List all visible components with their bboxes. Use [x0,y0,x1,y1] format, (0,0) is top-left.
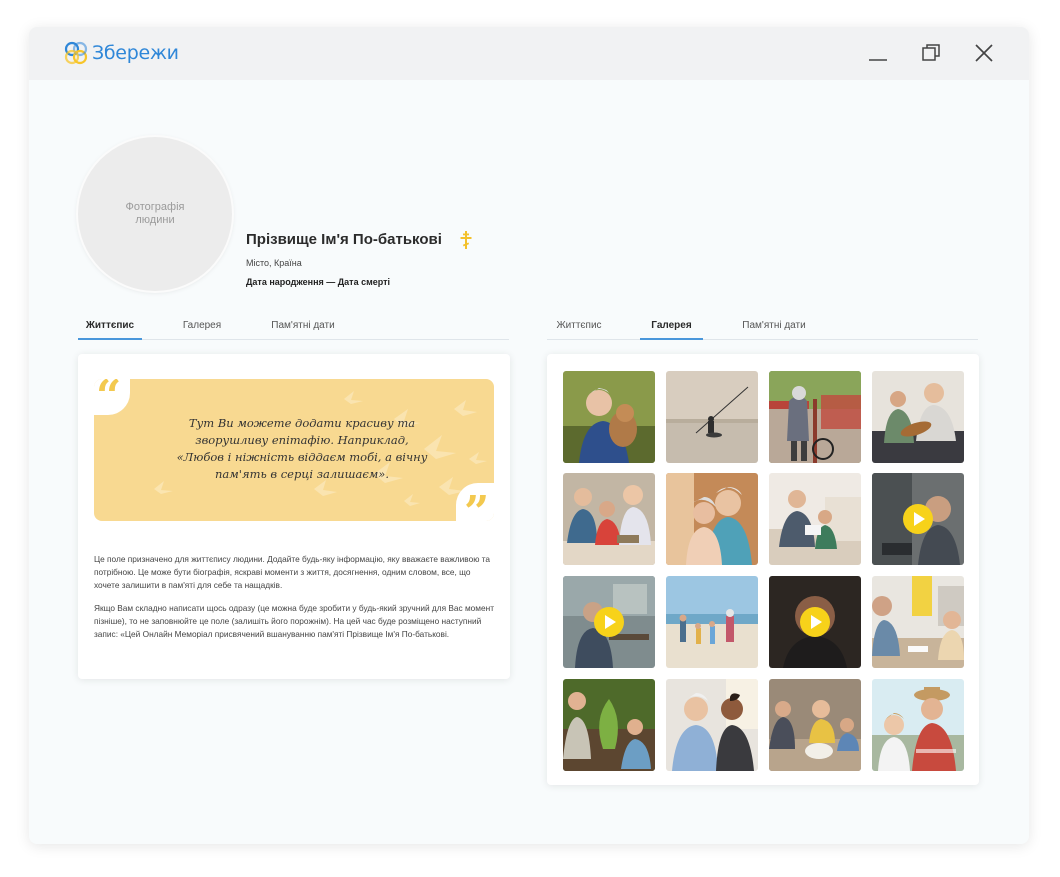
photo-image [872,371,964,463]
play-button[interactable] [594,607,624,637]
tab-gallery[interactable]: Галерея [174,316,230,340]
person-location: Місто, Країна [246,258,302,268]
close-icon[interactable] [972,41,996,65]
biography-paragraph: Це поле призначено для життєпису людини.… [94,554,491,590]
gallery-photo[interactable] [666,473,758,565]
orthodox-cross-icon [460,231,472,249]
tab-biography[interactable]: Життєпис [78,316,142,340]
gallery-video[interactable] [872,473,964,565]
gallery-photo[interactable] [872,371,964,463]
gallery-photo[interactable] [666,576,758,668]
photo-image [666,679,758,771]
photo-image [769,371,861,463]
profile-tabs-right: Життєпис Галерея Пам'ятні дати [547,316,978,340]
quote-open-icon: “ [96,379,122,422]
person-name: Прізвище Ім'я По-батькові [246,231,442,248]
person-dates: Дата народження — Дата смерті [246,277,391,287]
gallery-card [547,354,979,785]
photo-image [769,679,861,771]
photo-image [563,473,655,565]
tab-memorial-dates[interactable]: Пам'ятні дати [262,316,344,340]
app-logo[interactable]: Збережи [63,39,179,67]
gallery-photo[interactable] [872,576,964,668]
logo-icon [64,41,88,65]
profile-tabs-left: Життєпис Галерея Пам'ятні дати [78,316,509,340]
gallery-photo[interactable] [769,679,861,771]
profile-photo-placeholder[interactable]: Фотографія людини [78,137,232,291]
gallery-video[interactable] [769,576,861,668]
app-window: Збережи Фотографія людини Прізвище Ім'я … [29,27,1029,844]
tab-biography[interactable]: Життєпис [547,316,611,340]
quote-close-icon: ” [464,487,490,522]
photo-image [872,679,964,771]
photo-image [666,473,758,565]
gallery-photo[interactable] [872,679,964,771]
play-button[interactable] [903,504,933,534]
gallery-video[interactable] [563,576,655,668]
quote-close-badge: ” [456,483,494,521]
gallery-photo[interactable] [563,371,655,463]
gallery-photo[interactable] [769,371,861,463]
photo-image [563,371,655,463]
play-icon [811,615,822,629]
biography-paragraph: Якщо Вам складно написати щось одразу (ц… [94,603,494,639]
photo-image [563,679,655,771]
photo-image [769,473,861,565]
epitaph-block: “ ” Тут Ви можете додати красиву та звор… [94,379,494,521]
logo-text: Збережи [92,42,179,64]
gallery-photo[interactable] [666,679,758,771]
gallery-photo[interactable] [666,371,758,463]
gallery-photo[interactable] [563,679,655,771]
photo-image [666,576,758,668]
title-bar: Збережи [29,27,1029,80]
gallery-photo[interactable] [769,473,861,565]
minimize-icon[interactable] [866,41,890,65]
photo-image [872,576,964,668]
biography-card: “ ” Тут Ви можете додати красиву та звор… [78,354,510,679]
gallery-photo[interactable] [563,473,655,565]
play-icon [914,512,925,526]
tab-gallery[interactable]: Галерея [640,316,703,340]
restore-icon[interactable] [919,41,943,65]
play-icon [605,615,616,629]
epitaph-text: Тут Ви можете додати красиву та зворушли… [176,416,428,481]
biography-text: Це поле призначено для життєпису людини.… [94,553,494,641]
profile-photo-label: Фотографія людини [125,201,185,226]
photo-image [666,371,758,463]
tab-memorial-dates[interactable]: Пам'ятні дати [733,316,815,340]
play-button[interactable] [800,607,830,637]
